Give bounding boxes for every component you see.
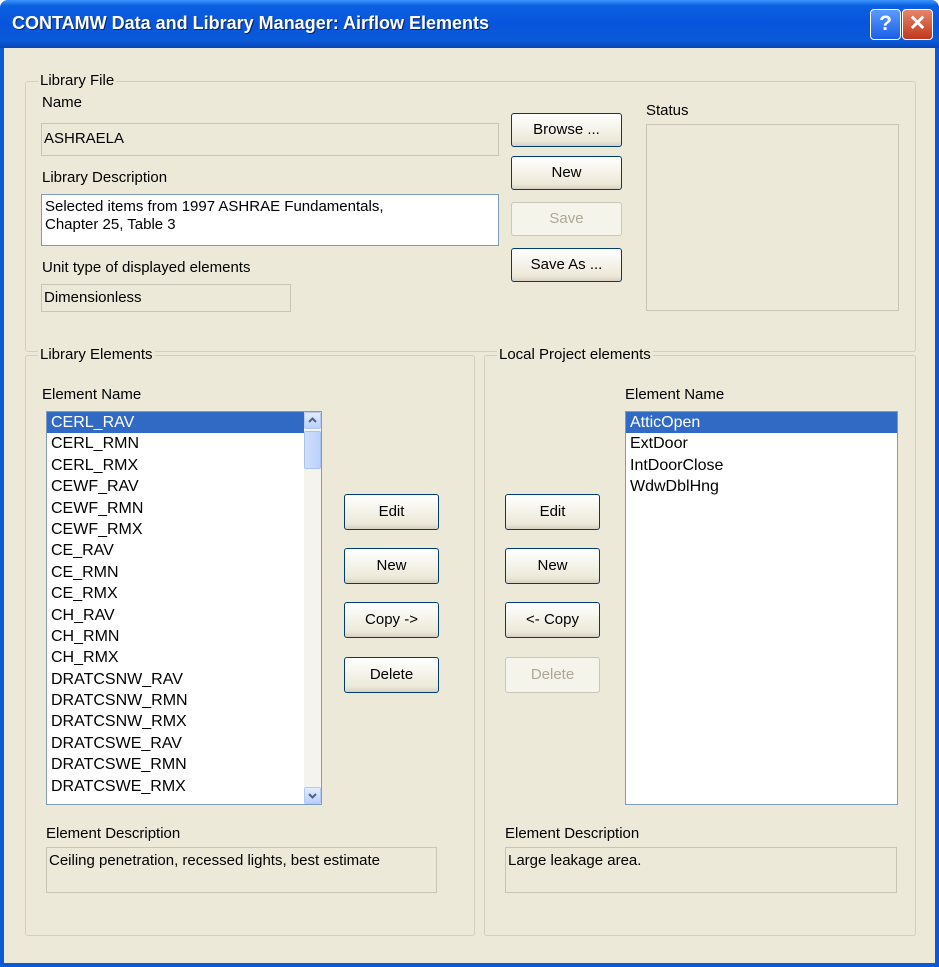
list-item[interactable]: CERL_RMN bbox=[47, 433, 321, 454]
dialog-body: Library File Name ASHRAELA Library Descr… bbox=[4, 48, 935, 963]
library-element-new-button[interactable]: New bbox=[344, 548, 439, 584]
library-element-description-field: Ceiling penetration, recessed lights, be… bbox=[46, 847, 437, 893]
library-save-button[interactable]: Save bbox=[511, 202, 622, 236]
status-label: Status bbox=[646, 102, 689, 119]
library-name-label: Name bbox=[42, 94, 83, 111]
local-delete-button[interactable]: Delete bbox=[505, 657, 600, 693]
library-file-group-title: Library File bbox=[38, 72, 117, 89]
close-icon[interactable]: ✕ bbox=[902, 9, 933, 40]
list-item[interactable]: CEWF_RMX bbox=[47, 519, 321, 540]
local-new-button[interactable]: New bbox=[505, 548, 600, 584]
help-icon[interactable]: ? bbox=[870, 9, 901, 40]
browse-button[interactable]: Browse ... bbox=[511, 113, 622, 147]
local-elements-items: AtticOpen ExtDoor IntDoorClose WdwDblHng bbox=[626, 412, 897, 498]
title-bar[interactable]: CONTAMW Data and Library Manager: Airflo… bbox=[0, 0, 939, 48]
list-item[interactable]: DRATCSWE_RMN bbox=[47, 754, 321, 775]
status-box bbox=[646, 124, 899, 311]
library-description-input[interactable]: Selected items from 1997 ASHRAE Fundamen… bbox=[41, 194, 499, 246]
list-item[interactable]: DRATCSNW_RMX bbox=[47, 711, 321, 732]
list-item[interactable]: CEWF_RAV bbox=[47, 476, 321, 497]
local-elements-group-title: Local Project elements bbox=[497, 346, 653, 363]
list-item[interactable]: DRATCSNW_RAV bbox=[47, 669, 321, 690]
local-elements-list[interactable]: AtticOpen ExtDoor IntDoorClose WdwDblHng bbox=[625, 411, 898, 805]
library-description-label: Library Description bbox=[42, 169, 168, 186]
library-element-name-header: Element Name bbox=[42, 386, 142, 403]
list-item[interactable]: CH_RAV bbox=[47, 605, 321, 626]
library-elements-group-title: Library Elements bbox=[38, 346, 155, 363]
list-item[interactable]: AtticOpen bbox=[626, 412, 897, 434]
list-item[interactable]: CERL_RAV bbox=[47, 412, 321, 434]
library-elements-items: CERL_RAV CERL_RMN CERL_RMX CEWF_RAV CEWF_RMN… bbox=[47, 412, 321, 797]
list-item[interactable]: DRATCSNW_RMN bbox=[47, 690, 321, 711]
list-item[interactable]: CE_RMX bbox=[47, 583, 321, 604]
library-new-button[interactable]: New bbox=[511, 156, 622, 190]
list-item[interactable]: DRATCSWE_RAV bbox=[47, 733, 321, 754]
library-list-scrollbar[interactable] bbox=[304, 412, 321, 804]
list-item[interactable]: CEWF_RMN bbox=[47, 498, 321, 519]
list-item[interactable]: CH_RMX bbox=[47, 647, 321, 668]
local-edit-button[interactable]: Edit bbox=[505, 494, 600, 530]
library-name-field: ASHRAELA bbox=[41, 123, 499, 156]
library-edit-button[interactable]: Edit bbox=[344, 494, 439, 530]
chevron-up-icon bbox=[308, 417, 317, 423]
list-item[interactable]: ExtDoor bbox=[626, 433, 897, 454]
library-elements-list[interactable]: CERL_RAV CERL_RMN CERL_RMX CEWF_RAV CEWF_RMN… bbox=[46, 411, 322, 805]
scroll-thumb[interactable] bbox=[304, 431, 321, 469]
list-item[interactable]: DRATCSWE_RMX bbox=[47, 776, 321, 797]
list-item[interactable]: WdwDblHng bbox=[626, 476, 897, 497]
list-item[interactable]: CERL_RMX bbox=[47, 455, 321, 476]
window-title: CONTAMW Data and Library Manager: Airflo… bbox=[12, 13, 490, 33]
scroll-up-button[interactable] bbox=[304, 412, 321, 429]
unit-type-label: Unit type of displayed elements bbox=[42, 259, 251, 276]
library-save-as-button[interactable]: Save As ... bbox=[511, 248, 622, 282]
list-item[interactable]: CE_RAV bbox=[47, 540, 321, 561]
unit-type-field: Dimensionless bbox=[41, 284, 291, 312]
scroll-down-button[interactable] bbox=[304, 787, 321, 804]
library-element-description-label: Element Description bbox=[46, 825, 181, 842]
list-item[interactable]: IntDoorClose bbox=[626, 455, 897, 476]
list-item[interactable]: CH_RMN bbox=[47, 626, 321, 647]
local-element-name-header: Element Name bbox=[625, 386, 725, 403]
copy-to-library-button[interactable]: <- Copy bbox=[505, 602, 600, 638]
copy-to-project-button[interactable]: Copy -> bbox=[344, 602, 439, 638]
chevron-down-icon bbox=[308, 793, 317, 799]
list-item[interactable]: CE_RMN bbox=[47, 562, 321, 583]
local-element-description-label: Element Description bbox=[505, 825, 640, 842]
library-delete-button[interactable]: Delete bbox=[344, 657, 439, 693]
local-element-description-field: Large leakage area. bbox=[505, 847, 897, 893]
dialog-window: CONTAMW Data and Library Manager: Airflo… bbox=[0, 0, 939, 967]
